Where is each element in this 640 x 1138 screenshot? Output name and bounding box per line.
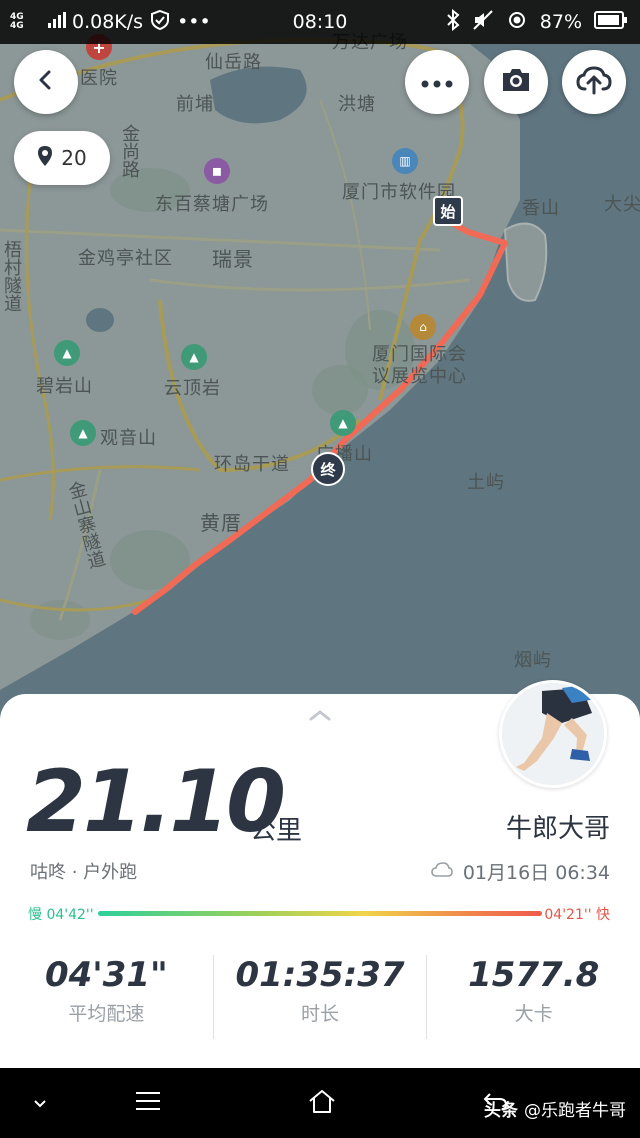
location-target-icon [506, 9, 528, 36]
camera-icon [500, 66, 532, 98]
distance-value: 21.10 [26, 752, 286, 852]
map-label: 香山 [522, 198, 560, 219]
map-label: 环岛干道 [214, 454, 290, 475]
map-label: 东百蔡塘广场 [155, 194, 269, 215]
watermark-account: @乐跑者牛哥 [524, 1101, 626, 1121]
map-label: 仙岳路 [205, 52, 262, 73]
building-icon: ▥ [392, 148, 418, 174]
stat-label: 时长 [301, 1003, 340, 1025]
route-start-marker[interactable]: 始 [433, 196, 463, 226]
status-bar: 4G 4G 0.08K/s ••• 08:10 87% [0, 0, 640, 44]
waypoint-count-chip[interactable]: 20 [14, 131, 110, 185]
more-horizontal-icon [421, 73, 453, 92]
chevron-up-icon[interactable] [307, 706, 333, 725]
map-label: 厦门国际会议展览中心 [372, 344, 467, 387]
map-label: 洪塘 [338, 94, 376, 115]
shopping-icon: ◼ [204, 158, 230, 184]
chevron-left-icon [34, 68, 58, 96]
mountain-icon: ▲ [54, 340, 80, 366]
stat-label: 平均配速 [68, 1003, 145, 1025]
route-map[interactable]: 仙岳路 万达广场 门中医院 前埔 洪塘 金尚路 东百蔡塘广场 厦门市软件园 香山… [0, 0, 640, 720]
avatar[interactable] [499, 680, 607, 788]
stats-row: 04'31" 平均配速 01:35:37 时长 1577.8 大卡 [0, 955, 640, 1039]
nav-menu-button[interactable] [126, 1068, 170, 1138]
map-label: 土屿 [467, 472, 505, 493]
pace-fast-label: 04'21'' 快 [544, 907, 610, 923]
cloud-weather-icon [431, 861, 453, 883]
camera-button[interactable] [484, 50, 548, 114]
nav-hide-button[interactable] [20, 1068, 60, 1138]
route-end-marker[interactable]: 终 [311, 452, 345, 486]
map-label: 云顶岩 [164, 378, 221, 399]
stat-duration: 01:35:37 时长 [212, 955, 427, 1039]
location-pin-icon [37, 145, 53, 172]
username[interactable]: 牛郎大哥 [506, 808, 610, 845]
map-label: 金尚路 [119, 124, 140, 178]
pace-gradient-bar [98, 911, 542, 916]
map-label: 黄厝 [200, 511, 242, 535]
datetime-text: 01月16日 06:34 [462, 862, 610, 884]
upload-button[interactable] [562, 50, 626, 114]
chevron-down-icon [33, 1094, 47, 1113]
run-route [132, 219, 508, 615]
distance-unit: 公里 [250, 816, 303, 846]
mountain-icon: ▲ [181, 344, 207, 370]
waypoint-count: 20 [61, 146, 87, 170]
watermark-brand: 头条 [484, 1101, 518, 1121]
stat-value: 1577.8 [468, 955, 600, 995]
bluetooth-icon [446, 8, 460, 36]
nav-home-button[interactable] [298, 1068, 346, 1138]
mountain-icon: ▲ [330, 410, 356, 436]
battery-percent: 87% [539, 11, 582, 33]
home-icon [307, 1088, 337, 1118]
stat-average-pace: 04'31" 平均配速 [0, 955, 213, 1039]
map-label: 观音山 [100, 428, 157, 449]
stat-label: 大卡 [514, 1003, 553, 1025]
mountain-icon: ▲ [70, 420, 96, 446]
menu-icon [134, 1091, 162, 1115]
stat-value: 04'31" [44, 955, 168, 995]
stat-value: 01:35:37 [235, 955, 405, 995]
mute-icon [472, 9, 494, 36]
map-label: 烟屿 [514, 650, 552, 671]
more-button[interactable] [405, 50, 469, 114]
map-label: 瑞景 [212, 247, 254, 271]
map-label: 梧村隧道 [1, 240, 22, 312]
map-label: 大尖 [604, 194, 640, 215]
back-button[interactable] [14, 50, 78, 114]
run-datetime: 01月16日 06:34 [431, 858, 610, 885]
stat-calories: 1577.8 大卡 [426, 955, 640, 1039]
landmark-icon: ⌂ [410, 314, 436, 340]
map-label: 碧岩山 [36, 376, 93, 397]
battery-icon [594, 10, 628, 35]
map-label: 金鸡亭社区 [78, 248, 173, 269]
runner-photo [502, 683, 604, 785]
watermark: 头条 @乐跑者牛哥 [484, 1096, 626, 1121]
pace-slow-label: 慢 04'42'' [28, 907, 94, 923]
cloud-upload-icon [576, 65, 612, 99]
map-label: 前埔 [176, 94, 214, 115]
activity-type: 咕咚 · 户外跑 [30, 862, 138, 883]
